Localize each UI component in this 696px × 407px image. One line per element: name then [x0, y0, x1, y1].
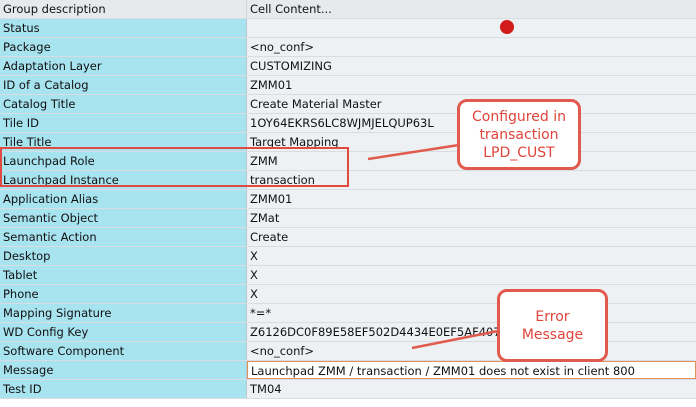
callout-configured-line-1: Configured in: [472, 108, 566, 125]
callout-error-line-1: Error: [535, 308, 570, 325]
callout-error-line-2: Message: [521, 326, 584, 343]
callout-configured-line-3: LPD_CUST: [483, 144, 555, 161]
callout-configured: Configured in transaction LPD_CUST: [457, 99, 581, 170]
arrow-configured: [367, 143, 460, 161]
callout-error: Error Message: [497, 289, 608, 362]
arrow-error: [411, 328, 504, 350]
callout-configured-line-2: transaction: [479, 126, 559, 143]
